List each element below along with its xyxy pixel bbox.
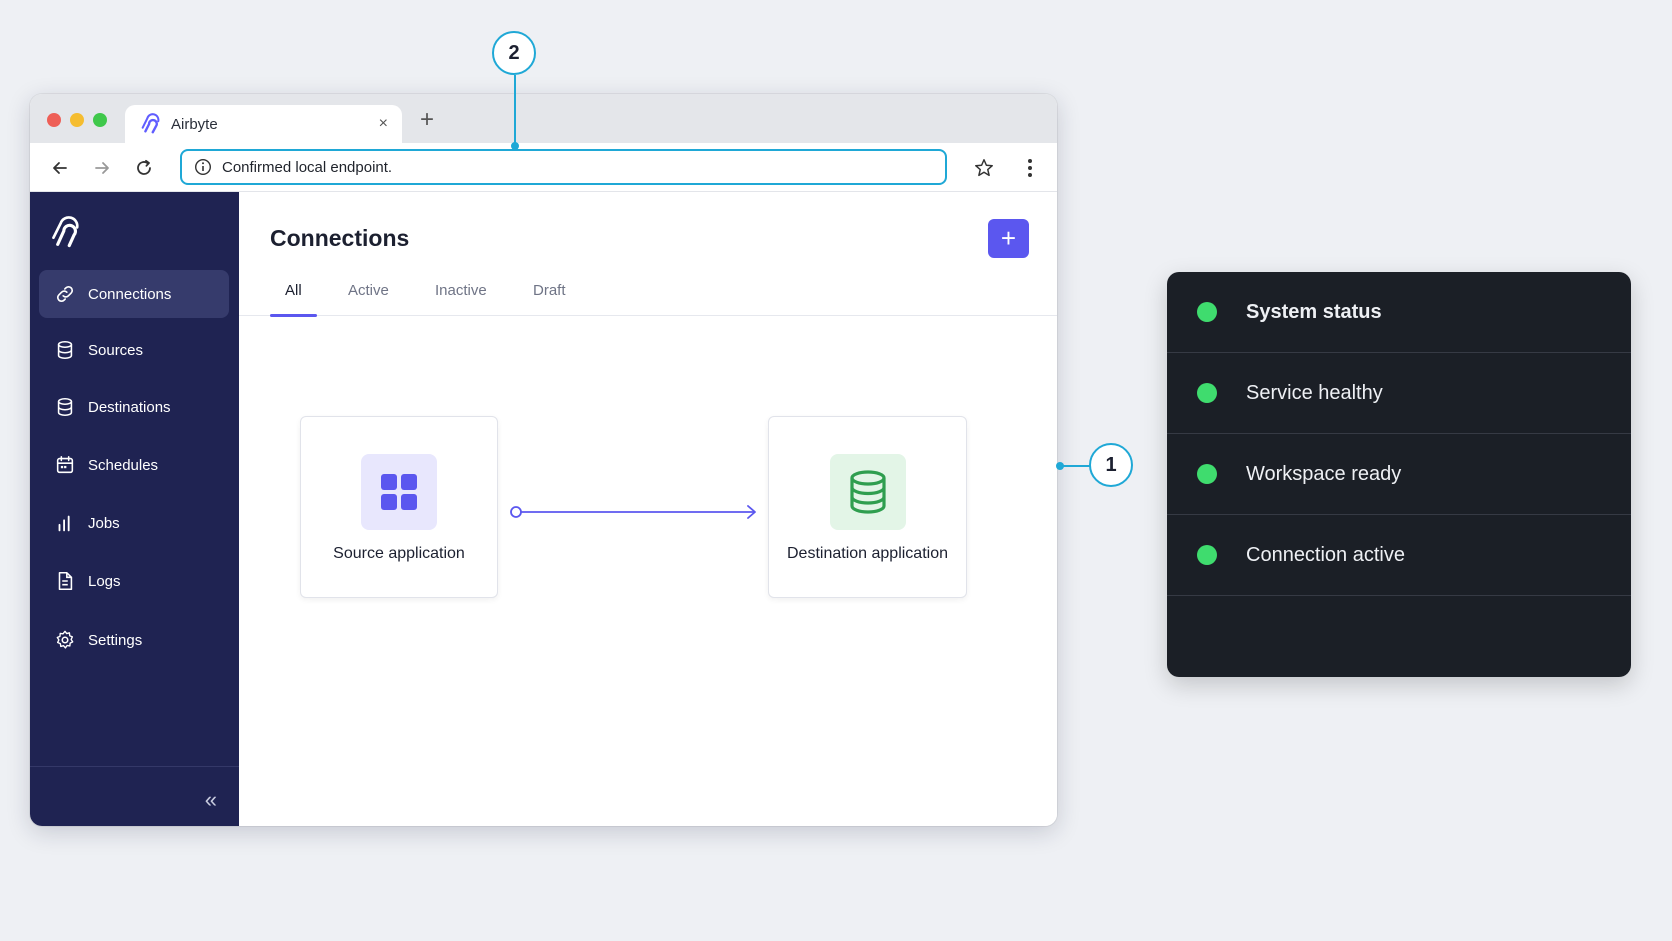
sidebar-item-label: Jobs: [88, 514, 120, 532]
calendar-icon: [56, 455, 74, 474]
sidebar-item-label: Settings: [88, 631, 143, 649]
callout-2: 2: [492, 31, 536, 75]
airbyte-logo-icon: [141, 113, 160, 134]
airbyte-app: Connections Sources Destinations Schedul…: [30, 192, 1057, 826]
gear-icon: [56, 630, 74, 649]
airbyte-logo-icon[interactable]: [50, 214, 80, 248]
tab-draft[interactable]: Draft: [533, 282, 566, 316]
destination-node[interactable]: Destination application: [768, 416, 967, 598]
sidebar-item-connections[interactable]: Connections: [39, 270, 229, 318]
sidebar-item-label: Sources: [88, 341, 144, 359]
tab-inactive[interactable]: Inactive: [435, 282, 487, 316]
reload-icon: [137, 159, 151, 175]
destination-label: Destination application: [787, 545, 948, 562]
status-ok-indicator: [1197, 464, 1217, 484]
status-ok-indicator: [1197, 545, 1217, 565]
connection-arrow: [510, 505, 756, 519]
status-item-text: Service healthy: [1246, 381, 1383, 404]
status-ok-indicator: [1197, 302, 1217, 322]
tab-close-icon[interactable]: ×: [379, 115, 388, 133]
arrow-left-icon: [53, 162, 67, 174]
page-title: Connections: [270, 225, 410, 251]
connection-tabs: All Active Inactive Draft: [239, 282, 1057, 317]
callout-1: 1: [1089, 443, 1133, 487]
close-window-button[interactable]: [47, 113, 61, 127]
forward-button[interactable]: [88, 154, 116, 182]
callout-1-line: [1060, 465, 1090, 467]
new-tab-button[interactable]: +: [414, 108, 440, 134]
sidebar-item-label: Schedules: [88, 456, 159, 474]
sidebar-item-jobs[interactable]: Jobs: [39, 499, 229, 547]
more-vertical-icon: [1028, 159, 1032, 177]
database-icon: [829, 454, 906, 530]
grid-icon: [361, 454, 437, 530]
sidebar-item-label: Destinations: [88, 398, 171, 416]
sidebar-item-settings[interactable]: Settings: [39, 616, 229, 664]
bar-chart-icon: [58, 515, 70, 532]
status-item: Connection active: [1167, 515, 1631, 596]
main-content: Connections + All Active Inactive Draft: [239, 192, 1057, 826]
database-icon: [57, 340, 73, 360]
bookmark-button[interactable]: [970, 154, 998, 182]
status-header: System status: [1167, 272, 1631, 353]
arrow-right-icon: [95, 162, 109, 174]
maximize-window-button[interactable]: [93, 113, 107, 127]
sidebar-divider: [30, 766, 239, 767]
status-panel: System status Service healthy Workspace …: [1167, 272, 1631, 677]
sidebar-item-destinations[interactable]: Destinations: [39, 383, 229, 431]
status-item: Workspace ready: [1167, 434, 1631, 515]
address-text: Confirmed local endpoint.: [222, 158, 393, 176]
sidebar-item-schedules[interactable]: Schedules: [39, 441, 229, 489]
status-item-text: Workspace ready: [1246, 462, 1402, 485]
browser-toolbar: Confirmed local endpoint.: [30, 143, 1057, 192]
callout-2-line: [514, 75, 516, 146]
sidebar: Connections Sources Destinations Schedul…: [30, 192, 239, 826]
sidebar-item-label: Logs: [88, 572, 121, 590]
tab-bar: Airbyte × +: [30, 94, 1057, 143]
back-button[interactable]: [46, 154, 74, 182]
status-item-text: Connection active: [1246, 543, 1405, 566]
status-ok-indicator: [1197, 383, 1217, 403]
reload-button[interactable]: [130, 154, 158, 182]
sidebar-item-sources[interactable]: Sources: [39, 326, 229, 374]
browser-window: Airbyte × + Confirmed local endpoint. Co…: [30, 94, 1057, 826]
tab-all[interactable]: All: [270, 282, 317, 317]
address-bar[interactable]: Confirmed local endpoint.: [180, 149, 947, 185]
info-icon[interactable]: [194, 158, 212, 176]
browser-menu-button[interactable]: [1016, 154, 1044, 182]
sidebar-item-label: Connections: [88, 285, 172, 303]
sidebar-item-logs[interactable]: Logs: [39, 557, 229, 605]
add-connection-button[interactable]: +: [988, 219, 1029, 258]
database-icon: [57, 397, 73, 417]
browser-tab[interactable]: Airbyte ×: [125, 105, 402, 143]
status-item: Service healthy: [1167, 353, 1631, 434]
callout-2-dot: [511, 142, 519, 150]
document-icon: [58, 571, 73, 591]
tab-title: Airbyte: [171, 115, 218, 133]
source-label: Source application: [333, 545, 465, 562]
minimize-window-button[interactable]: [70, 113, 84, 127]
star-icon: [975, 159, 993, 177]
tab-active[interactable]: Active: [348, 282, 389, 316]
status-header-text: System status: [1246, 300, 1382, 323]
source-node[interactable]: Source application: [300, 416, 498, 598]
link-icon: [56, 285, 74, 303]
collapse-sidebar-icon[interactable]: «: [205, 787, 217, 813]
